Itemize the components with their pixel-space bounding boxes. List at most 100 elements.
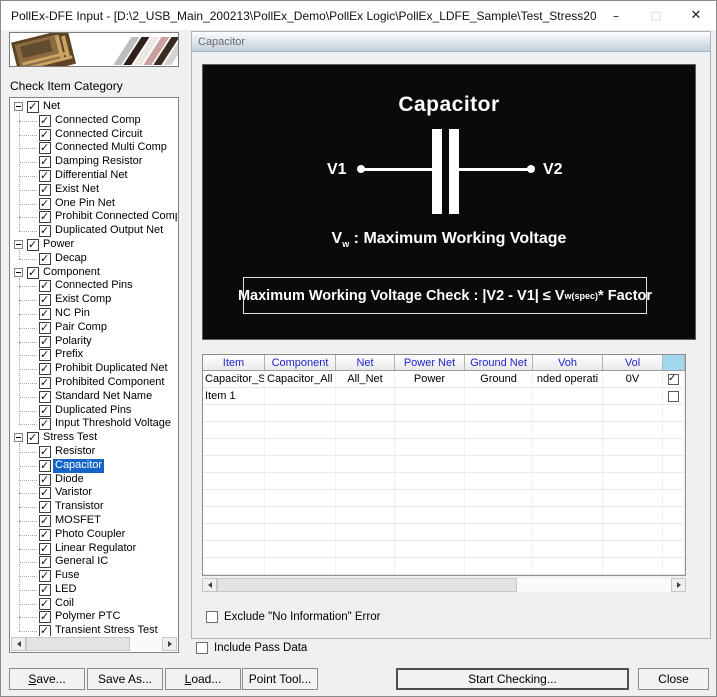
tree-item-mosfet[interactable]: MOSFET <box>11 514 177 528</box>
collapse-icon[interactable] <box>14 102 23 111</box>
grid-cell-enabled[interactable] <box>663 388 685 404</box>
tree-item-duplicated-output-net[interactable]: Duplicated Output Net <box>11 224 177 238</box>
tree-item-photo-coupler[interactable]: Photo Coupler <box>11 528 177 542</box>
checkbox-icon[interactable] <box>39 460 51 472</box>
grid-row-capacitor-st[interactable]: Capacitor_StCapacitor_AllAll_NetPowerGro… <box>203 371 685 388</box>
checkbox-icon[interactable] <box>39 225 51 237</box>
tree-category-stress-test[interactable]: Stress Test <box>11 431 177 445</box>
checkbox-icon[interactable] <box>39 170 51 182</box>
tree-item-connected-comp[interactable]: Connected Comp <box>11 114 177 128</box>
start-checking-button[interactable]: Start Checking... <box>396 668 629 690</box>
checkbox-icon[interactable] <box>39 253 51 265</box>
checkbox-icon[interactable] <box>39 474 51 486</box>
scroll-right-icon[interactable] <box>671 578 686 592</box>
checkbox-icon[interactable] <box>39 487 51 499</box>
scroll-thumb[interactable] <box>26 637 130 651</box>
checkbox-icon[interactable] <box>39 611 51 623</box>
checkbox-icon[interactable] <box>39 598 51 610</box>
minimize-icon[interactable]: – <box>596 1 636 30</box>
column-header-vol[interactable]: Vol <box>603 355 663 370</box>
tree-item-differential-net[interactable]: Differential Net <box>11 169 177 183</box>
checkbox-icon[interactable] <box>39 308 51 320</box>
tree-item-diode[interactable]: Diode <box>11 473 177 487</box>
tree-item-input-threshold-voltage[interactable]: Input Threshold Voltage <box>11 417 177 431</box>
column-header-component[interactable]: Component <box>265 355 336 370</box>
close-icon[interactable]: ✕ <box>676 1 716 30</box>
column-header-ground-net[interactable]: Ground Net <box>465 355 533 370</box>
tree-category-net[interactable]: Net <box>11 100 177 114</box>
grid-cell[interactable] <box>395 388 465 404</box>
checkbox-icon[interactable] <box>27 101 39 113</box>
tree-item-prefix[interactable]: Prefix <box>11 348 177 362</box>
title-bar[interactable]: PollEx-DFE Input - [D:\2_USB_Main_200213… <box>1 1 716 31</box>
checkbox-icon[interactable] <box>39 529 51 541</box>
checkbox-icon[interactable] <box>39 418 51 430</box>
tree-item-prohibit-connected-comp[interactable]: Prohibit Connected Comp <box>11 210 177 224</box>
grid-cell[interactable]: Item 1 <box>203 388 265 404</box>
grid-cell[interactable] <box>336 388 395 404</box>
check-item-tree[interactable]: NetConnected CompConnected CircuitConnec… <box>9 97 179 653</box>
save-button[interactable]: Save... <box>9 668 85 690</box>
tree-item-led[interactable]: LED <box>11 583 177 597</box>
checkbox-icon[interactable] <box>39 501 51 513</box>
collapse-icon[interactable] <box>14 240 23 249</box>
checkbox-icon[interactable] <box>39 391 51 403</box>
grid-cell[interactable]: 0V <box>603 371 663 387</box>
tree-horizontal-scrollbar[interactable] <box>11 637 177 651</box>
checkbox-icon[interactable] <box>39 405 51 417</box>
tree-item-pair-comp[interactable]: Pair Comp <box>11 321 177 335</box>
checkbox-icon[interactable] <box>39 198 51 210</box>
load-button[interactable]: Load... <box>165 668 241 690</box>
grid-cell-enabled[interactable] <box>663 371 685 387</box>
checkbox-icon[interactable] <box>39 129 51 141</box>
tree-item-polarity[interactable]: Polarity <box>11 335 177 349</box>
checkbox-icon[interactable] <box>39 142 51 154</box>
checkbox-icon[interactable] <box>206 611 218 623</box>
checkbox-icon[interactable] <box>39 336 51 348</box>
checkbox-icon[interactable] <box>39 280 51 292</box>
grid-horizontal-scrollbar[interactable] <box>202 578 686 592</box>
grid-cell[interactable]: Ground <box>465 371 533 387</box>
collapse-icon[interactable] <box>14 433 23 442</box>
grid-cell[interactable]: Capacitor_All <box>265 371 336 387</box>
scroll-right-icon[interactable] <box>162 637 177 651</box>
tree-category-power[interactable]: Power <box>11 238 177 252</box>
close-button[interactable]: Close <box>638 668 709 690</box>
tree-item-duplicated-pins[interactable]: Duplicated Pins <box>11 404 177 418</box>
checkbox-icon[interactable] <box>39 543 51 555</box>
tree-item-damping-resistor[interactable]: Damping Resistor <box>11 155 177 169</box>
checkbox-icon[interactable] <box>27 267 39 279</box>
point-tool-button[interactable]: Point Tool... <box>242 668 318 690</box>
scroll-track[interactable] <box>217 578 671 592</box>
tree-category-component[interactable]: Component <box>11 266 177 280</box>
checkbox-icon[interactable] <box>39 363 51 375</box>
tree-item-capacitor[interactable]: Capacitor <box>11 459 177 473</box>
tree-item-exist-comp[interactable]: Exist Comp <box>11 293 177 307</box>
grid-cell[interactable]: Power <box>395 371 465 387</box>
tree-item-transistor[interactable]: Transistor <box>11 500 177 514</box>
tree-item-coil[interactable]: Coil <box>11 597 177 611</box>
include-pass-data-checkbox[interactable]: Include Pass Data <box>196 642 307 654</box>
checkbox-icon[interactable] <box>27 432 39 444</box>
checkbox-icon[interactable] <box>39 322 51 334</box>
tree-item-fuse[interactable]: Fuse <box>11 569 177 583</box>
checkbox-icon[interactable] <box>39 294 51 306</box>
scroll-left-icon[interactable] <box>11 637 26 651</box>
checkbox-icon[interactable] <box>39 446 51 458</box>
grid-cell[interactable]: nded operati <box>533 371 603 387</box>
checkbox-icon[interactable] <box>39 156 51 168</box>
tree-item-connected-pins[interactable]: Connected Pins <box>11 279 177 293</box>
checkbox-icon[interactable] <box>39 377 51 389</box>
tree-item-one-pin-net[interactable]: One Pin Net <box>11 197 177 211</box>
tree-item-transient-stress-test[interactable]: Transient Stress Test <box>11 624 177 636</box>
grid-row-item-1[interactable]: Item 1 <box>203 388 685 405</box>
grid-cell[interactable]: All_Net <box>336 371 395 387</box>
column-header-enabled[interactable] <box>663 355 685 370</box>
checkbox-icon[interactable] <box>39 115 51 127</box>
grid-cell[interactable] <box>533 388 603 404</box>
tree-item-polymer-ptc[interactable]: Polymer PTC <box>11 610 177 624</box>
tree-item-nc-pin[interactable]: NC Pin <box>11 307 177 321</box>
row-checkbox-icon[interactable] <box>668 391 679 402</box>
tree-item-varistor[interactable]: Varistor <box>11 486 177 500</box>
grid-cell[interactable] <box>265 388 336 404</box>
